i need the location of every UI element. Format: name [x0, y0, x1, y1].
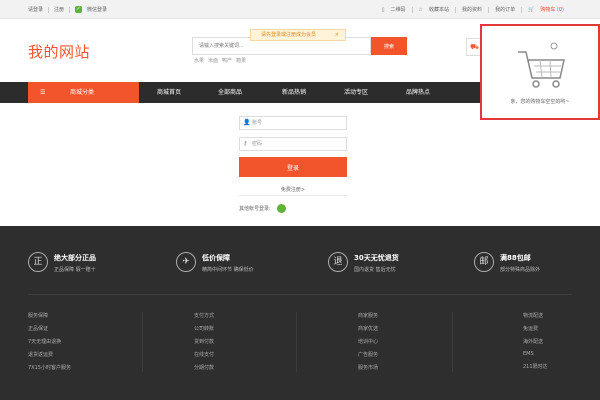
password-field[interactable]: ⚷ 密码 — [239, 137, 347, 151]
divider — [28, 294, 572, 295]
divider — [69, 6, 71, 13]
feature-desc: 部分特殊商品除外 — [500, 267, 541, 273]
feature-title: 绝大部分正品 — [54, 254, 96, 262]
orders-link[interactable]: 我的订单 — [495, 6, 515, 13]
empty-cart-icon — [518, 42, 565, 88]
mail-icon: 邮 — [474, 252, 494, 272]
divider — [488, 6, 490, 13]
login-button[interactable]: 登录 — [239, 157, 347, 177]
footer-link[interactable]: 公司转账 — [194, 325, 214, 332]
footer-link[interactable]: 服务保障 — [28, 312, 71, 319]
hot-keyword[interactable]: 水果 — [194, 57, 204, 64]
divider — [455, 6, 457, 13]
feature-low-price: ✈ 低价保障 精简中间环节 确保低价 — [176, 252, 254, 273]
nav-item-all-products[interactable]: 全部商品 — [218, 82, 242, 103]
wechat-icon[interactable]: ✓ — [75, 6, 83, 13]
search-button[interactable]: 搜索 — [371, 37, 407, 55]
hot-keyword[interactable]: 鸭产 — [222, 57, 232, 64]
password-placeholder: 密码 — [252, 141, 263, 147]
cart-dropdown: 亲，您的购物车空空的哟~ — [480, 24, 600, 120]
feature-desc: 国内退货 售后无忧 — [354, 267, 396, 273]
key-icon: ⚷ — [243, 140, 248, 147]
return-icon: 退 — [328, 252, 348, 272]
site-logo[interactable]: 我的网站 — [28, 41, 90, 62]
footer-link[interactable]: 货到付款 — [194, 338, 214, 345]
empty-cart-text: 亲，您的购物车空空的哟~ — [510, 99, 570, 105]
footer-link[interactable]: 培训中心 — [358, 338, 378, 345]
nav-item-home[interactable]: 商城首页 — [157, 82, 181, 103]
wechat-login-link[interactable]: 微信登录 — [87, 6, 107, 13]
wechat-login-icon[interactable] — [276, 204, 286, 213]
feature-desc: 正品保障 假一赔十 — [54, 267, 96, 273]
divider — [48, 6, 50, 13]
feature-title: 低价保障 — [202, 254, 230, 262]
notice-text: 请先登录或注册成为会员 — [261, 32, 317, 38]
footer-link[interactable]: 海外配送 — [523, 338, 548, 345]
register-link[interactable]: 免费注册> — [239, 186, 347, 193]
feature-authentic: 正 绝大部分正品 正品保障 假一赔十 — [28, 252, 96, 273]
footer-link[interactable]: 7天无理由退换 — [28, 338, 71, 345]
profile-link[interactable]: 我的资料 — [462, 6, 482, 13]
footer-link[interactable]: 退货返运费 — [28, 351, 71, 358]
feature-return: 退 30天无忧退货 国内退货 售后无忧 — [328, 252, 399, 273]
footer-link[interactable]: 物流配送 — [523, 312, 548, 319]
star-icon: ☆ — [418, 6, 424, 13]
nav-item-new-hot[interactable]: 新品热销 — [282, 82, 306, 103]
login-notice-toast: 请先登录或注册成为会员 × — [250, 29, 346, 41]
divider — [411, 6, 413, 13]
hot-keywords: 水果 米面 鸭产 箱果 — [194, 57, 246, 64]
footer-link[interactable]: 免运费 — [523, 325, 548, 332]
username-field[interactable]: 👤 账号 — [239, 116, 347, 130]
category-label: 商城分类 — [70, 89, 95, 96]
footer-link[interactable]: 211限时达 — [523, 363, 548, 370]
footer-link[interactable]: 服务市场 — [358, 364, 378, 371]
divider — [452, 312, 453, 372]
close-icon[interactable]: × — [335, 30, 339, 40]
footer-column-service: 服务保障 正品保证 7天无理由退换 退货返运费 7X15小时客户服务 — [28, 312, 71, 371]
register-link[interactable]: 注册 — [54, 6, 64, 13]
other-login-label: 其他帐号登录: — [239, 206, 271, 212]
footer-link[interactable]: 7X15小时客户服务 — [28, 364, 71, 371]
cart-icon[interactable]: 🛒 — [528, 7, 534, 13]
feature-free-shipping: 邮 满88包邮 部分特殊商品除外 — [474, 252, 540, 273]
feature-desc: 精简中间环节 确保低价 — [202, 267, 254, 273]
divider — [239, 195, 347, 196]
cart-icon: ⛟ — [470, 43, 479, 51]
footer-link[interactable]: EMS — [523, 351, 548, 357]
other-login: 其他帐号登录: — [239, 204, 286, 213]
nav-item-brands[interactable]: 品牌热点 — [406, 82, 430, 103]
nav-item-promotions[interactable]: 活动专区 — [344, 82, 368, 103]
divider — [296, 312, 297, 372]
footer-link[interactable]: 正品保证 — [28, 325, 71, 332]
footer-column-payment: 支付方式 公司转账 货到付款 在线支付 分期付款 — [194, 312, 214, 371]
footer: 正 绝大部分正品 正品保障 假一赔十 ✈ 低价保障 精简中间环节 确保低价 退 … — [0, 226, 600, 400]
hot-keyword[interactable]: 米面 — [208, 57, 218, 64]
footer-column-logistics: 物流配送 免运费 海外配送 EMS 211限时达 — [523, 312, 548, 370]
footer-column-merchant: 商家服务 商家优选 培训中心 广告服务 服务市场 — [358, 312, 378, 371]
user-icon: 👤 — [243, 119, 251, 126]
login-link[interactable]: 请登录 — [28, 6, 43, 13]
feature-title: 30天无忧退货 — [354, 254, 399, 262]
footer-link[interactable]: 商家优选 — [358, 325, 378, 332]
footer-link[interactable]: 支付方式 — [194, 312, 214, 319]
category-menu-button[interactable]: ☰ 商城分类 — [28, 82, 139, 103]
footer-link[interactable]: 在线支付 — [194, 351, 214, 358]
footer-link[interactable]: 广告服务 — [358, 351, 378, 358]
phone-icon: ▯ — [381, 6, 385, 13]
favorite-link[interactable]: 收藏本站 — [429, 6, 449, 13]
hot-keyword[interactable]: 箱果 — [236, 57, 246, 64]
divider — [521, 6, 523, 13]
cart-link[interactable]: 购物车 (0) — [540, 6, 564, 13]
authentic-icon: 正 — [28, 252, 48, 272]
qrcode-link[interactable]: 二维码 — [391, 6, 406, 13]
airplane-icon: ✈ — [176, 252, 196, 272]
footer-link[interactable]: 商家服务 — [358, 312, 378, 319]
menu-icon: ☰ — [40, 89, 46, 96]
top-bar: 请登录 注册 ✓ 微信登录 ▯ 二维码 ☆ 收藏本站 我的资料 我的订单 🛒 购… — [0, 0, 600, 19]
username-placeholder: 账号 — [252, 120, 263, 126]
divider — [142, 312, 143, 372]
feature-title: 满88包邮 — [500, 254, 531, 262]
footer-link[interactable]: 分期付款 — [194, 364, 214, 371]
